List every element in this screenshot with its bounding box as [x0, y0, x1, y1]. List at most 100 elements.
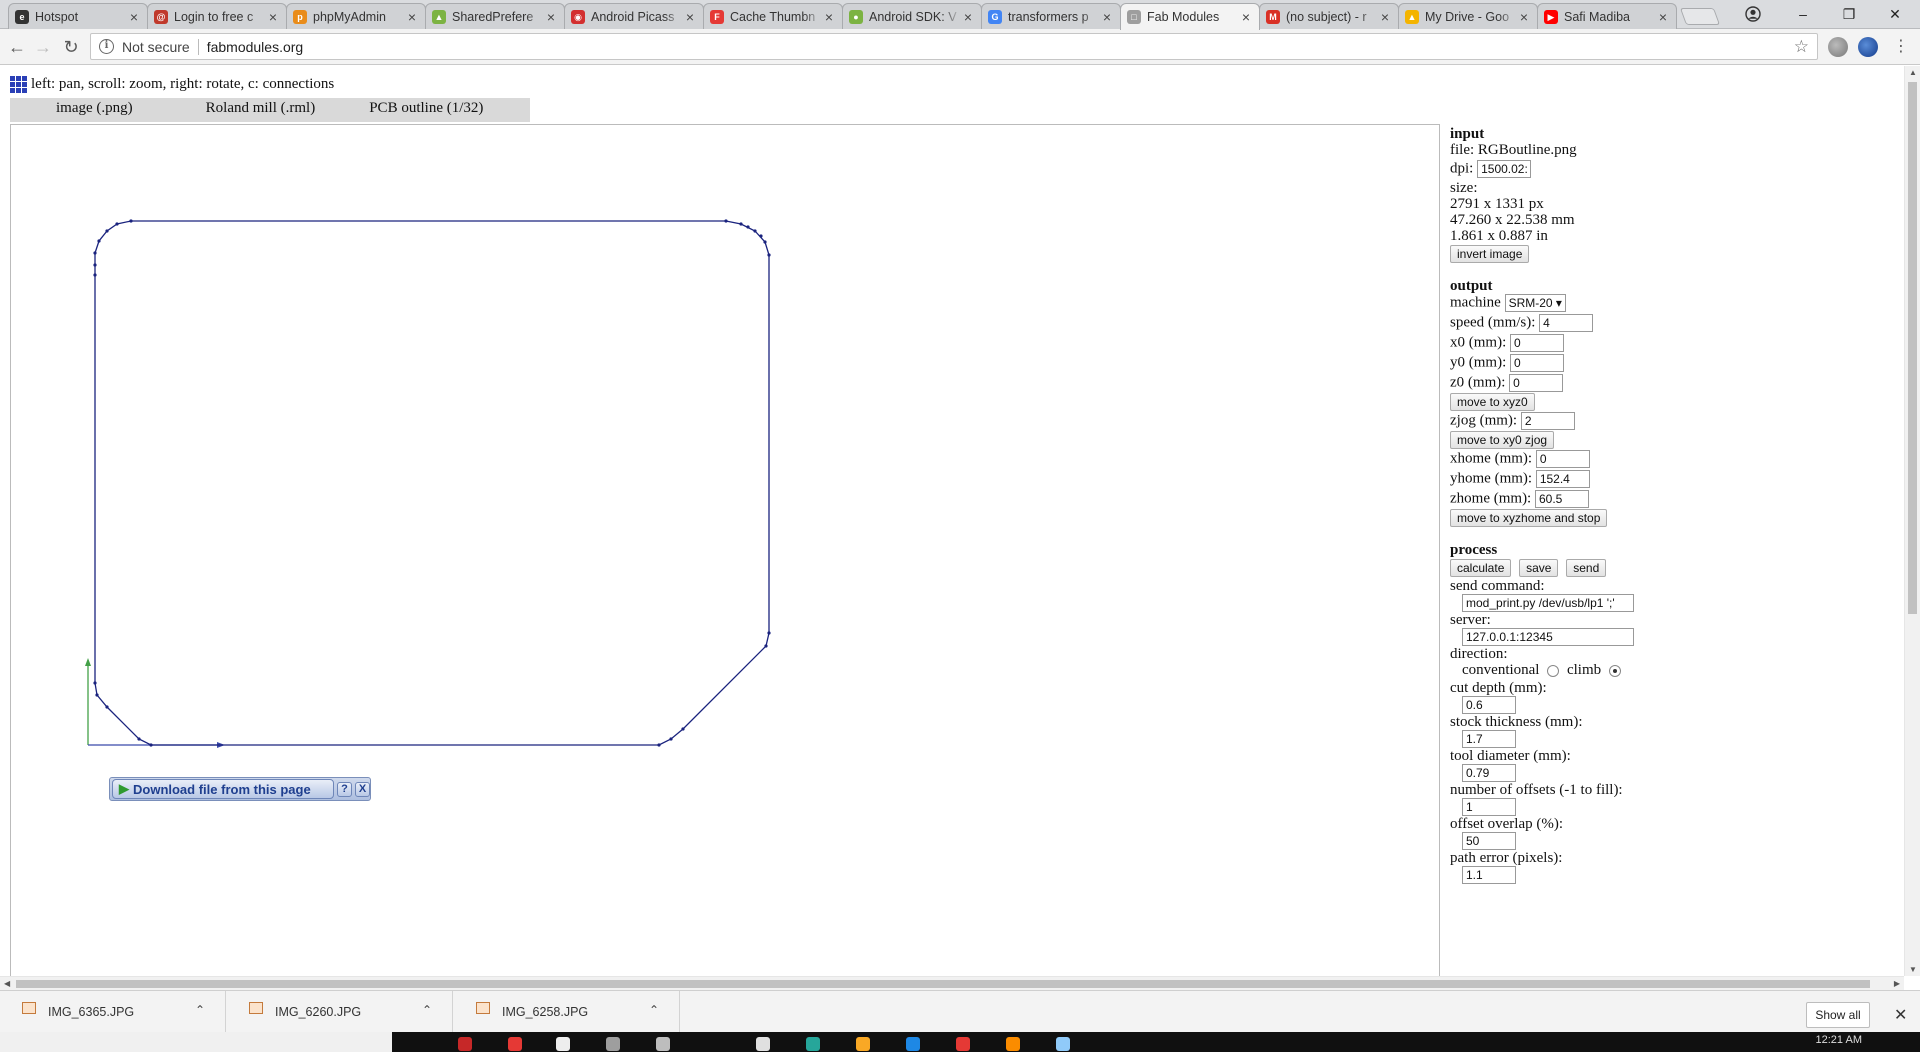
browser-tab[interactable]: M (no subject) - r × [1259, 3, 1399, 30]
info-icon[interactable]: i [99, 39, 114, 54]
browser-tab[interactable]: ● Android SDK: V × [842, 3, 982, 30]
vertical-scrollbar[interactable]: ▲ ▼ [1904, 66, 1920, 976]
scroll-right-icon[interactable]: ▶ [1894, 979, 1900, 988]
close-tab-icon[interactable]: × [544, 9, 558, 25]
browser-tab[interactable]: ▲ SharedPrefere × [425, 3, 565, 30]
browser-tab[interactable]: @ Login to free c × [147, 3, 287, 30]
close-tab-icon[interactable]: × [266, 9, 280, 25]
y0-input[interactable] [1510, 354, 1564, 372]
taskbar-app-icon[interactable] [606, 1037, 620, 1051]
new-tab-button[interactable] [1679, 8, 1721, 25]
cut-depth-input[interactable] [1462, 696, 1516, 714]
taskbar-app-icon[interactable] [1056, 1037, 1070, 1051]
close-tab-icon[interactable]: × [961, 9, 975, 25]
browser-tab[interactable]: p phpMyAdmin × [286, 3, 426, 30]
reload-icon[interactable]: ↻ [60, 36, 82, 58]
vertical-scroll-thumb[interactable] [1908, 82, 1917, 614]
menu-output-format[interactable]: Roland mill (.rml) [206, 98, 316, 122]
scroll-up-icon[interactable]: ▲ [1909, 68, 1917, 77]
send-button[interactable]: send [1566, 559, 1607, 577]
back-icon[interactable]: ← [6, 36, 28, 58]
chevron-up-icon[interactable]: ⌃ [195, 1003, 205, 1017]
close-tab-icon[interactable]: × [1656, 9, 1670, 25]
taskbar-app-icon[interactable] [1006, 1037, 1020, 1051]
extension-icon[interactable] [1828, 37, 1848, 57]
download-help-icon[interactable]: ? [337, 781, 352, 797]
scroll-down-icon[interactable]: ▼ [1909, 965, 1917, 974]
xhome-input[interactable] [1535, 450, 1590, 468]
close-tab-icon[interactable]: × [1100, 9, 1114, 25]
close-window-icon[interactable]: ✕ [1872, 0, 1918, 28]
server-input[interactable] [1462, 628, 1634, 646]
close-tab-icon[interactable]: × [683, 9, 697, 25]
taskbar-search[interactable] [0, 1032, 392, 1052]
browser-tab[interactable]: ◉ Android Picass × [564, 3, 704, 30]
taskbar-app-icon[interactable] [556, 1037, 570, 1051]
x0-input[interactable] [1510, 334, 1564, 352]
show-all-button[interactable]: Show all [1806, 1002, 1870, 1028]
yhome-input[interactable] [1535, 470, 1590, 488]
profile-icon[interactable] [1730, 0, 1776, 28]
move-to-xy0-zjog-button[interactable]: move to xy0 zjog [1450, 431, 1555, 449]
offsets-input[interactable] [1462, 798, 1516, 816]
taskbar-app-icon[interactable] [806, 1037, 820, 1051]
overlap-input[interactable] [1462, 832, 1516, 850]
speed-input[interactable] [1539, 314, 1594, 332]
toolpath-canvas[interactable]: ▶ Download file from this page ? X [10, 124, 1440, 976]
chevron-up-icon[interactable]: ⌃ [422, 1003, 432, 1017]
download-item[interactable]: IMG_6258.JPG ⌃ [454, 991, 680, 1033]
move-to-xyz0-button[interactable]: move to xyz0 [1450, 393, 1535, 411]
taskbar-app-icon[interactable] [956, 1037, 970, 1051]
taskbar-app-icon[interactable] [508, 1037, 522, 1051]
taskbar-app-icon[interactable] [756, 1037, 770, 1051]
taskbar-app-icon[interactable] [856, 1037, 870, 1051]
chevron-up-icon[interactable]: ⌃ [649, 1003, 659, 1017]
close-tab-icon[interactable]: × [405, 9, 419, 25]
grid-icon[interactable] [10, 76, 27, 93]
close-tab-icon[interactable]: × [127, 9, 141, 25]
taskbar-app-icon[interactable] [656, 1037, 670, 1051]
zjog-input[interactable] [1520, 412, 1575, 430]
download-item[interactable]: IMG_6365.JPG ⌃ [0, 991, 226, 1033]
taskbar-app-icon[interactable] [458, 1037, 472, 1051]
menu-input-format[interactable]: image (.png) [56, 98, 133, 122]
menu-icon[interactable]: ⋮ [1890, 36, 1912, 58]
browser-tab[interactable]: Gtransformers p × [981, 3, 1121, 30]
close-shelf-icon[interactable]: ✕ [1894, 1005, 1907, 1025]
close-tab-icon[interactable]: × [1378, 9, 1392, 25]
scroll-left-icon[interactable]: ◀ [4, 979, 10, 988]
extension-globe-icon[interactable] [1858, 37, 1878, 57]
browser-tab[interactable]: e Hotspot × [8, 3, 148, 30]
tool-diameter-input[interactable] [1462, 764, 1516, 782]
move-to-xyzhome-button[interactable]: move to xyzhome and stop [1450, 509, 1608, 527]
save-button[interactable]: save [1519, 559, 1559, 577]
path-error-input[interactable] [1462, 866, 1516, 884]
security-label[interactable]: Not secure [122, 39, 190, 55]
download-file-button[interactable]: ▶ Download file from this page [112, 779, 334, 799]
zhome-input[interactable] [1534, 490, 1589, 508]
send-command-input[interactable] [1462, 594, 1634, 612]
url-text[interactable]: fabmodules.org [207, 39, 304, 55]
menu-process[interactable]: PCB outline (1/32) [369, 98, 483, 122]
browser-tab[interactable]: □ Fab Modules × [1120, 3, 1260, 30]
machine-select[interactable]: SRM-20 ▾ [1504, 294, 1566, 312]
download-item[interactable]: IMG_6260.JPG ⌃ [227, 991, 453, 1033]
bookmark-star-icon[interactable]: ☆ [1794, 37, 1809, 57]
maximize-icon[interactable]: ❐ [1826, 0, 1872, 28]
close-tab-icon[interactable]: × [1517, 9, 1531, 25]
close-tab-icon[interactable]: × [822, 9, 836, 25]
invert-image-button[interactable]: invert image [1450, 245, 1530, 263]
stock-thickness-input[interactable] [1462, 730, 1516, 748]
address-bar[interactable]: i Not secure fabmodules.org ☆ [90, 33, 1818, 60]
horizontal-scroll-thumb[interactable] [16, 980, 1870, 988]
close-tab-icon[interactable]: × [1239, 9, 1253, 25]
browser-tab[interactable]: ▲ My Drive - Goo × [1398, 3, 1538, 30]
calculate-button[interactable]: calculate [1450, 559, 1512, 577]
browser-tab[interactable]: ▶ Safi Madiba × [1537, 3, 1677, 30]
taskbar-app-icon[interactable] [906, 1037, 920, 1051]
browser-tab[interactable]: F Cache Thumbn × [703, 3, 843, 30]
dpi-input[interactable] [1477, 160, 1532, 178]
forward-icon[interactable]: → [32, 36, 54, 58]
horizontal-scrollbar[interactable]: ◀ ▶ [0, 976, 1904, 990]
conventional-radio[interactable] [1547, 664, 1560, 677]
